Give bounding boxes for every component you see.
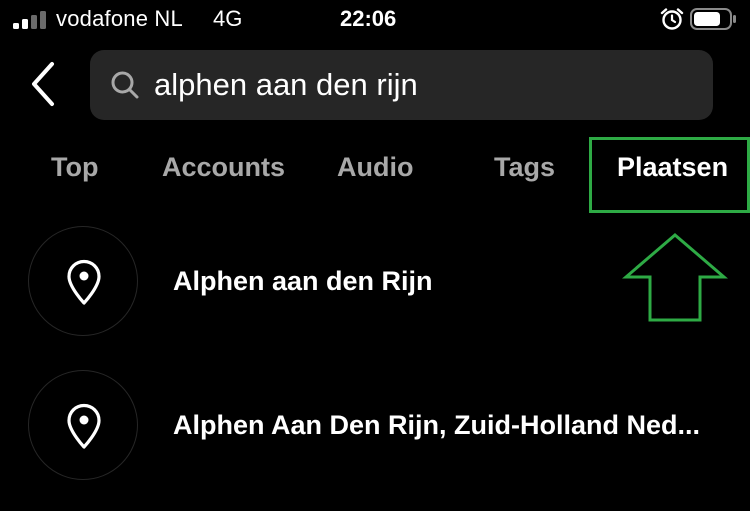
alarm-clock-icon — [660, 8, 684, 30]
carrier-name: vodafone NL — [56, 6, 183, 31]
network-type: 4G — [213, 6, 243, 31]
place-result-title: Alphen Aan Den Rijn, Zuid-Holland Ned... — [173, 410, 700, 440]
place-result-row[interactable]: Alphen Aan Den Rijn, Zuid-Holland Ned... — [0, 370, 750, 486]
place-icon-circle — [28, 370, 138, 480]
location-pin-icon — [67, 259, 101, 305]
tab-audio[interactable]: Audio — [337, 152, 413, 188]
status-bar: vodafone NL 4G 22:06 — [0, 0, 750, 40]
location-pin-icon — [67, 403, 101, 449]
place-result-row[interactable]: Alphen aan den Rijn — [0, 226, 750, 342]
place-icon-circle — [28, 226, 138, 336]
battery-icon — [690, 8, 736, 30]
search-bar[interactable] — [90, 50, 713, 120]
signal-strength-icon — [13, 11, 46, 29]
place-result-title: Alphen aan den Rijn — [173, 266, 433, 296]
search-icon — [111, 71, 139, 99]
tab-top[interactable]: Top — [51, 152, 98, 188]
tab-accounts[interactable]: Accounts — [162, 152, 285, 188]
chevron-left-icon — [32, 62, 54, 106]
back-button[interactable] — [24, 58, 64, 110]
status-time: 22:06 — [340, 6, 397, 31]
highlight-annotation-box — [589, 137, 750, 213]
search-input[interactable] — [154, 63, 694, 107]
tab-tags[interactable]: Tags — [494, 152, 555, 188]
